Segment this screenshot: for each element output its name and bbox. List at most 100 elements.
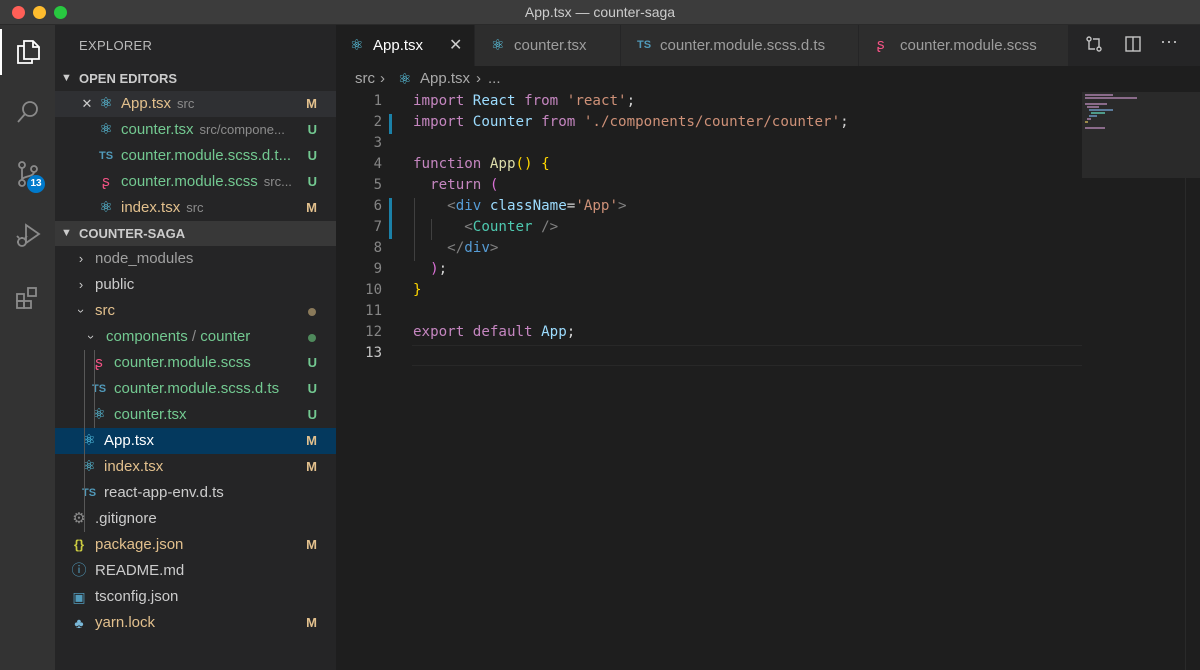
title-bar: App.tsx — counter-saga	[0, 0, 1200, 25]
status-badge: U	[307, 381, 317, 396]
tab-counter-tsx[interactable]: ⚛ counter.tsx	[475, 25, 621, 66]
minimap[interactable]	[1082, 92, 1200, 178]
tree-file[interactable]: ♣ yarn.lock M	[55, 610, 336, 636]
activity-bar: 13	[0, 25, 55, 670]
file-label: counter.module.scss.d.ts	[114, 380, 280, 397]
react-icon: ⚛	[99, 95, 113, 112]
line-number: 3	[373, 135, 382, 151]
file-label: tsconfig.json	[95, 588, 179, 605]
react-icon: ⚛	[398, 71, 412, 88]
explorer-title: EXPLORER	[79, 38, 153, 53]
file-label: react-app-env.d.ts	[104, 484, 224, 501]
line-number: 1	[373, 93, 382, 109]
line-number: 9	[373, 261, 382, 277]
status-badge: U	[307, 355, 317, 370]
status-badge: M	[306, 96, 317, 111]
status-badge: U	[307, 407, 317, 422]
search-activity-button[interactable]	[0, 87, 55, 137]
tree-file[interactable]: ʂ counter.module.scss U	[55, 350, 336, 376]
tree-folder-src[interactable]: › src	[55, 298, 336, 324]
close-icon[interactable]: ✕	[79, 91, 95, 117]
tab-label: counter.tsx	[514, 37, 587, 54]
more-actions-button[interactable]: ···	[1158, 31, 1180, 53]
tree-file[interactable]: TS react-app-env.d.ts	[55, 480, 336, 506]
ellipsis-icon: ···	[1160, 31, 1178, 51]
explorer-activity-button[interactable]	[0, 27, 55, 77]
search-icon	[16, 101, 38, 123]
split-editor-button[interactable]	[1122, 35, 1144, 57]
extensions-activity-button[interactable]	[0, 273, 55, 323]
breadcrumb-more[interactable]: ...	[488, 70, 501, 87]
extensions-icon	[15, 287, 37, 309]
code-line: }	[413, 282, 422, 298]
line-number: 11	[365, 303, 382, 319]
open-editor-item[interactable]: ʂ counter.module.scss src... U	[55, 169, 336, 195]
git-change-marker	[389, 114, 392, 134]
indent-guide	[94, 350, 95, 428]
line-number: 13	[365, 345, 382, 361]
line-number: 6	[373, 198, 382, 214]
file-label: README.md	[95, 562, 185, 579]
explorer-sidebar: EXPLORER ▼ OPEN EDITORS ✕ ⚛ App.tsx src M…	[55, 25, 336, 670]
tsconfig-icon: ▣	[72, 589, 86, 605]
tab-app-tsx[interactable]: ⚛ App.tsx ✕	[336, 25, 475, 66]
open-changes-button[interactable]	[1083, 35, 1105, 57]
chevron-down-icon: ›	[84, 334, 99, 340]
tree-file[interactable]: TS counter.module.scss.d.ts U	[55, 376, 336, 402]
code-line: return (	[430, 177, 499, 193]
line-number: 4	[373, 156, 382, 172]
open-editors-header[interactable]: ▼ OPEN EDITORS	[55, 66, 336, 91]
chevron-right-icon: ›	[476, 70, 481, 87]
editor-tab-bar: ⚛ App.tsx ✕ ⚛ counter.tsx TS counter.mod…	[336, 25, 1200, 66]
chevron-right-icon: ›	[380, 70, 385, 87]
tree-file[interactable]: {} package.json M	[55, 532, 336, 558]
project-header[interactable]: ▼ COUNTER-SAGA	[55, 221, 336, 246]
chevron-down-icon: ›	[74, 308, 89, 314]
status-badge: M	[306, 615, 317, 630]
compare-changes-icon	[1086, 36, 1102, 52]
vertical-scrollbar[interactable]	[1185, 92, 1200, 670]
tree-folder-components-counter[interactable]: › components / counter	[55, 324, 336, 350]
status-badge: M	[306, 200, 317, 215]
folder-label: node_modules	[95, 250, 194, 267]
files-icon	[16, 40, 40, 64]
tab-counter-module-scss-d-ts[interactable]: TS counter.module.scss.d.ts	[621, 25, 859, 66]
tab-label: counter.module.scss	[900, 37, 1037, 54]
folder-label: components	[106, 328, 188, 345]
source-control-activity-button[interactable]: 13	[0, 149, 55, 199]
open-editor-path: src...	[263, 174, 292, 189]
run-debug-activity-button[interactable]	[0, 211, 55, 261]
open-editor-item[interactable]: ⚛ counter.tsx src/compone... U	[55, 117, 336, 143]
code-line: <div className='App'>	[447, 198, 627, 214]
tree-file[interactable]: ▣ tsconfig.json	[55, 584, 336, 610]
tree-file[interactable]: ⚛ counter.tsx U	[55, 402, 336, 428]
line-number: 12	[365, 324, 382, 340]
project-title: COUNTER-SAGA	[79, 226, 186, 241]
current-line-highlight	[412, 345, 1082, 366]
breadcrumb: src › ⚛ App.tsx › ...	[336, 66, 1200, 92]
tree-file[interactable]: ⚛ index.tsx M	[55, 454, 336, 480]
open-editor-item[interactable]: TS counter.module.scss.d.t... U	[55, 143, 336, 169]
tree-file-selected[interactable]: ⚛ App.tsx M	[55, 428, 336, 454]
tree-folder-node-modules[interactable]: › node_modules	[55, 246, 336, 272]
code-line: <Counter />	[464, 219, 559, 235]
open-editor-path: src/compone...	[199, 122, 285, 137]
breadcrumb-file[interactable]: App.tsx	[420, 70, 470, 87]
open-editor-path: src	[177, 96, 195, 111]
folder-label: public	[95, 276, 135, 293]
tree-folder-public[interactable]: › public	[55, 272, 336, 298]
tree-file[interactable]: ⓘ README.md	[55, 558, 336, 584]
code-line: import Counter from './components/counte…	[413, 114, 849, 130]
line-number: 8	[373, 240, 382, 256]
open-editor-item[interactable]: ⚛ index.tsx src M	[55, 195, 336, 221]
tree-file[interactable]: ⚙ .gitignore	[55, 506, 336, 532]
tab-counter-module-scss[interactable]: ʂ counter.module.scss	[859, 25, 1069, 66]
window-title: App.tsx — counter-saga	[524, 4, 676, 20]
close-icon[interactable]: ✕	[449, 35, 462, 55]
open-editor-item[interactable]: ✕ ⚛ App.tsx src M	[55, 91, 336, 117]
file-label: .gitignore	[95, 510, 157, 527]
status-badge: M	[306, 459, 317, 474]
breadcrumb-folder[interactable]: src	[355, 70, 375, 87]
code-editor[interactable]: 1 2 3 4 5 6 7 8 9 10 11 12 13 import Rea…	[336, 92, 1200, 670]
chevron-down-icon: ▼	[61, 72, 72, 84]
